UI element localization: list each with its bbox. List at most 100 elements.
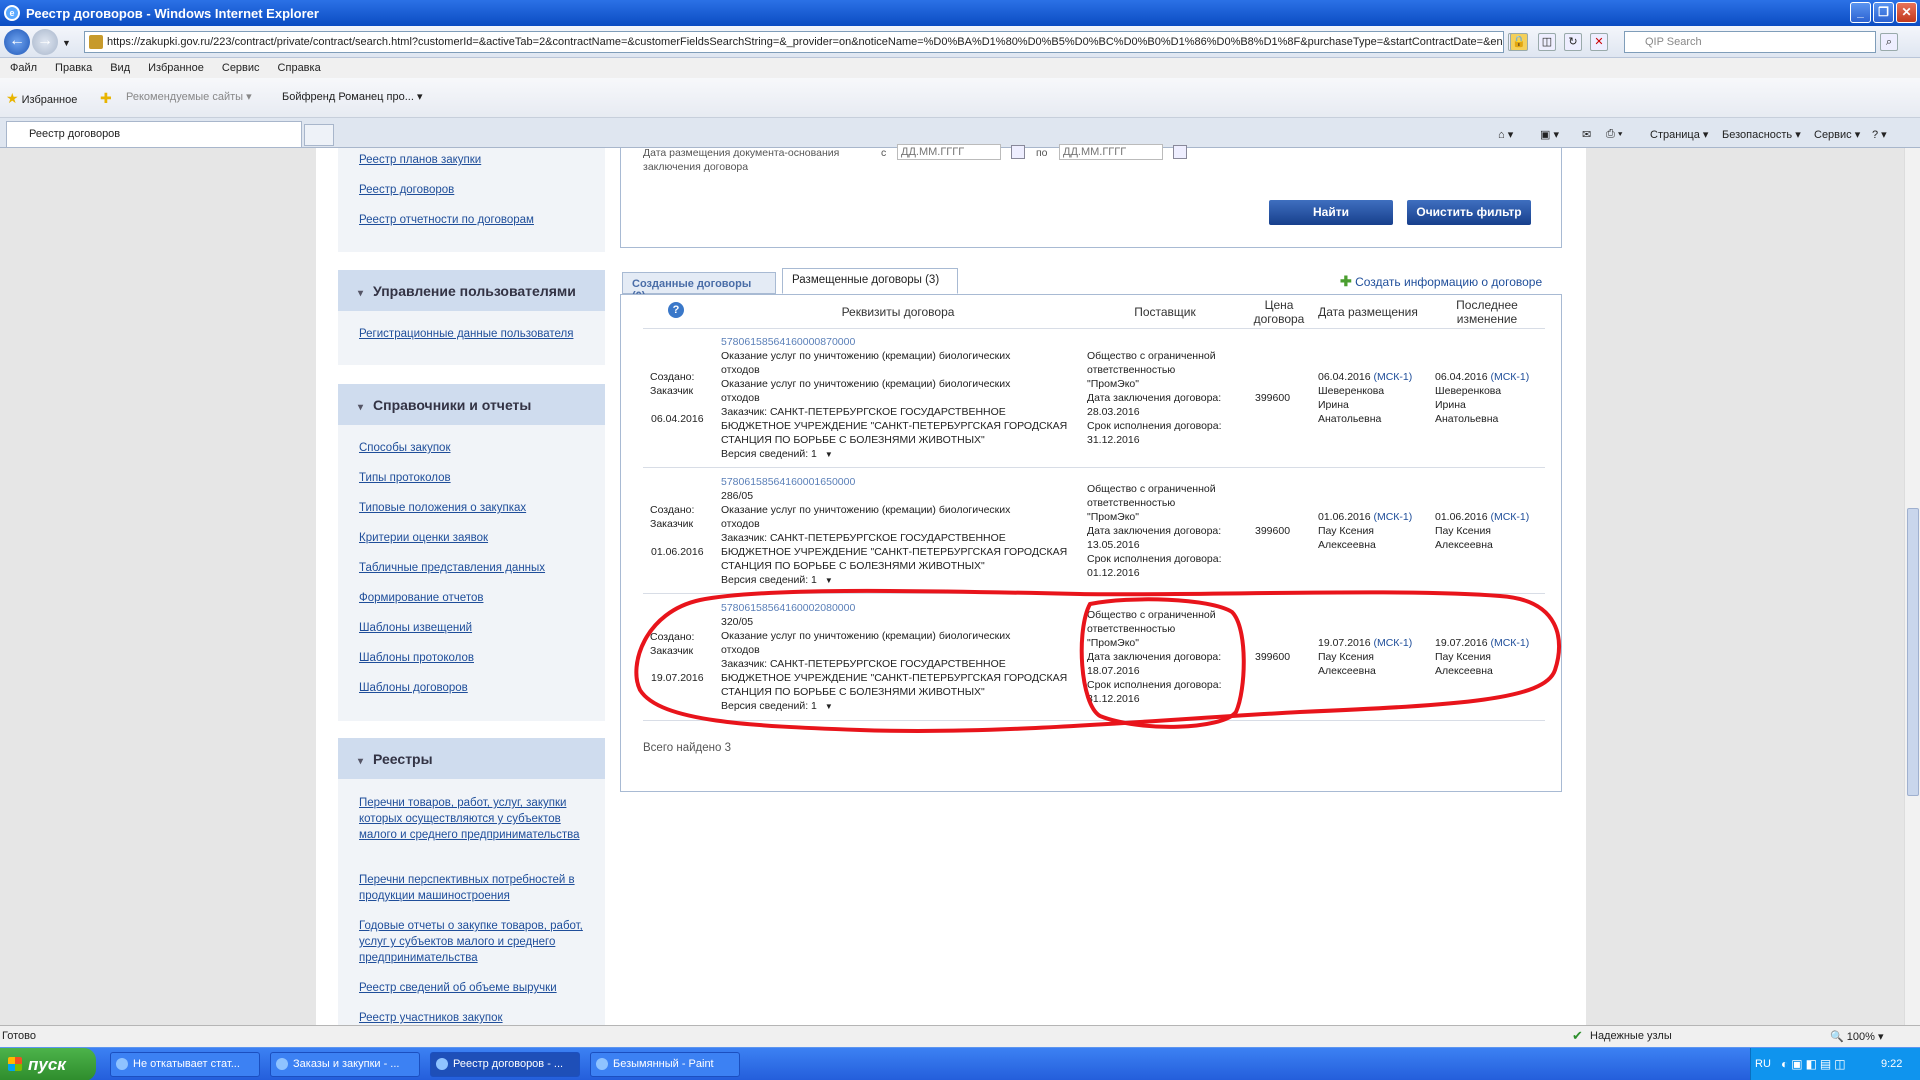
col-placed: Дата размещения: [1318, 305, 1418, 319]
task-item[interactable]: Не откатывает стат...: [110, 1052, 260, 1077]
version-select[interactable]: Версия сведений: 1 ▼: [721, 573, 833, 588]
subject-line: Оказание услуг по уничтожению (кремации)…: [721, 630, 1011, 642]
sidebar-heading-registries[interactable]: Реестры: [338, 738, 605, 779]
minimize-button[interactable]: _: [1850, 2, 1871, 23]
search-icon[interactable]: ⌕: [1880, 33, 1898, 51]
task-item[interactable]: Безымянный - Paint: [590, 1052, 740, 1077]
create-contract-link[interactable]: ✚ Создать информацию о договоре: [1340, 273, 1542, 290]
sidebar-link-machinery[interactable]: Перечни перспективных потребностей в про…: [359, 872, 599, 904]
clock[interactable]: 9:22: [1881, 1058, 1902, 1070]
vertical-scrollbar[interactable]: [1904, 148, 1920, 1025]
sidebar-link-contract-templates[interactable]: Шаблоны договоров: [359, 680, 599, 696]
back-button[interactable]: ←: [4, 29, 30, 55]
sidebar-link-notice-templates[interactable]: Шаблоны извещений: [359, 620, 599, 636]
sidebar-link-participants[interactable]: Реестр участников закупок: [359, 1010, 599, 1026]
maximize-button[interactable]: ❐: [1873, 2, 1894, 23]
favorites-button[interactable]: ★ Избранное: [6, 90, 77, 107]
date-to-input[interactable]: [1059, 144, 1163, 160]
task-item-active[interactable]: Реестр договоров - ...: [430, 1052, 580, 1077]
sidebar-link-registration[interactable]: Регистрационные данные пользователя: [359, 326, 599, 342]
sidebar-link-methods[interactable]: Способы закупок: [359, 440, 599, 456]
browser-tab[interactable]: Реестр договоров: [6, 121, 302, 147]
created-date: 19.07.2016: [651, 672, 704, 684]
history-dropdown-icon[interactable]: ▼: [62, 38, 71, 48]
lock-icon[interactable]: 🔒: [1510, 33, 1528, 51]
task-item[interactable]: Заказы и закупки - ...: [270, 1052, 420, 1077]
address-bar[interactable]: https://zakupki.gov.ru/223/contract/priv…: [84, 31, 1504, 53]
sidebar-link-revenue[interactable]: Реестр сведений об объеме выручки: [359, 980, 599, 996]
sidebar-link-contracts[interactable]: Реестр договоров: [359, 182, 599, 198]
placed-date: 01.06.2016: [1318, 511, 1371, 523]
version-select[interactable]: Версия сведений: 1 ▼: [721, 699, 833, 714]
row-divider: [643, 593, 1545, 594]
tools-menu[interactable]: Сервис ▾: [1814, 128, 1860, 141]
recommended-sites[interactable]: Рекомендуемые сайты ▾: [126, 90, 252, 103]
language-indicator[interactable]: RU: [1755, 1058, 1771, 1070]
customer-line: БЮДЖЕТНОЕ УЧРЕЖДЕНИЕ "САНКТ-ПЕТЕРБУРГСКА…: [721, 420, 1068, 432]
forward-button[interactable]: →: [32, 29, 58, 55]
clear-filter-button[interactable]: Очистить фильтр: [1407, 200, 1531, 225]
help-icon[interactable]: ? ▾: [1872, 128, 1887, 141]
reg-number-link[interactable]: 57806158564160001650000: [721, 475, 855, 489]
menu-view[interactable]: Вид: [110, 62, 130, 74]
sidebar-link-forming-reports[interactable]: Формирование отчетов: [359, 590, 599, 606]
contract-number: 286/05: [721, 490, 754, 502]
close-button[interactable]: ✕: [1896, 2, 1917, 23]
sidebar-heading-users[interactable]: Управление пользователями: [338, 270, 605, 311]
print-icon[interactable]: ⎙ ▾: [1606, 128, 1622, 141]
sidebar-heading-refs[interactable]: Справочники и отчеты: [338, 384, 605, 425]
version-label: Версия сведений: 1: [721, 448, 817, 460]
tab-created-contracts[interactable]: Созданные договоры (0): [622, 272, 776, 302]
compatibility-icon[interactable]: ◫: [1538, 33, 1556, 51]
timezone: (МСК-1): [1373, 511, 1413, 523]
tray-icons[interactable]: ◐▣◧▤◫: [1781, 1057, 1849, 1071]
sidebar-link-protocol-types[interactable]: Типы протоколов: [359, 470, 599, 486]
find-button[interactable]: Найти: [1269, 200, 1393, 225]
add-favorite-button[interactable]: ✚: [100, 90, 112, 107]
zoom-control[interactable]: 🔍 100% ▾: [1830, 1030, 1883, 1043]
tab-placed-contracts[interactable]: Размещенные договоры (3): [782, 268, 958, 294]
subject-line: Оказание услуг по уничтожению (кремации)…: [721, 350, 1011, 362]
start-button[interactable]: пуск: [0, 1048, 96, 1080]
feeds-icon[interactable]: ▣ ▾: [1540, 128, 1559, 141]
menu-file[interactable]: Файл: [10, 62, 37, 74]
supplier-line: Дата заключения договора:: [1087, 651, 1222, 663]
changed-user: Ирина: [1435, 399, 1466, 411]
new-tab-button[interactable]: [304, 124, 334, 146]
sidebar-link-plans[interactable]: Реестр планов закупки: [359, 152, 599, 168]
sidebar-link-reports[interactable]: Реестр отчетности по договорам: [359, 212, 599, 228]
sidebar-link-tables[interactable]: Табличные представления данных: [359, 560, 599, 576]
menu-help[interactable]: Справка: [278, 62, 321, 74]
menu-tools[interactable]: Сервис: [222, 62, 260, 74]
changed-user: Шеверенкова: [1435, 385, 1502, 397]
supplier-line: Срок исполнения договора:: [1087, 679, 1222, 691]
help-circle-icon[interactable]: ?: [668, 302, 684, 318]
search-input[interactable]: QIP Search: [1624, 31, 1876, 53]
stop-icon[interactable]: ✕: [1590, 33, 1608, 51]
scrollbar-thumb[interactable]: [1907, 508, 1919, 796]
favorite-link[interactable]: Бойфренд Романец про... ▾: [282, 90, 422, 103]
add-favorite-icon: ✚: [100, 90, 112, 106]
supplier-line: Срок исполнения договора:: [1087, 420, 1222, 432]
mail-icon[interactable]: ✉: [1582, 128, 1591, 141]
sidebar-link-protocol-templates[interactable]: Шаблоны протоколов: [359, 650, 599, 666]
date-from-input[interactable]: [897, 144, 1001, 160]
security-menu[interactable]: Безопасность ▾: [1722, 128, 1801, 141]
reg-number-link[interactable]: 57806158564160002080000: [721, 601, 855, 615]
sidebar-link-criteria[interactable]: Критерии оценки заявок: [359, 530, 599, 546]
sidebar-link-regulations[interactable]: Типовые положения о закупках: [359, 500, 599, 516]
status-bar: Готово ✔ Надежные узлы 🔍 100% ▾: [0, 1025, 1920, 1047]
menu-favorites[interactable]: Избранное: [148, 62, 204, 74]
placed-user: Ирина: [1318, 399, 1349, 411]
security-zone[interactable]: Надежные узлы: [1590, 1030, 1672, 1042]
sidebar-link-annual-reports[interactable]: Годовые отчеты о закупке товаров, работ,…: [359, 918, 599, 966]
page-menu[interactable]: Страница ▾: [1650, 128, 1708, 141]
calendar-to-icon[interactable]: [1173, 145, 1187, 159]
sidebar-link-smb-lists[interactable]: Перечни товаров, работ, услуг, закупки к…: [359, 795, 599, 843]
home-icon[interactable]: ⌂ ▾: [1498, 128, 1513, 141]
menu-edit[interactable]: Правка: [55, 62, 92, 74]
version-select[interactable]: Версия сведений: 1 ▼: [721, 447, 833, 462]
calendar-from-icon[interactable]: [1011, 145, 1025, 159]
refresh-icon[interactable]: ↻: [1564, 33, 1582, 51]
reg-number-link[interactable]: 57806158564160000870000: [721, 335, 855, 349]
